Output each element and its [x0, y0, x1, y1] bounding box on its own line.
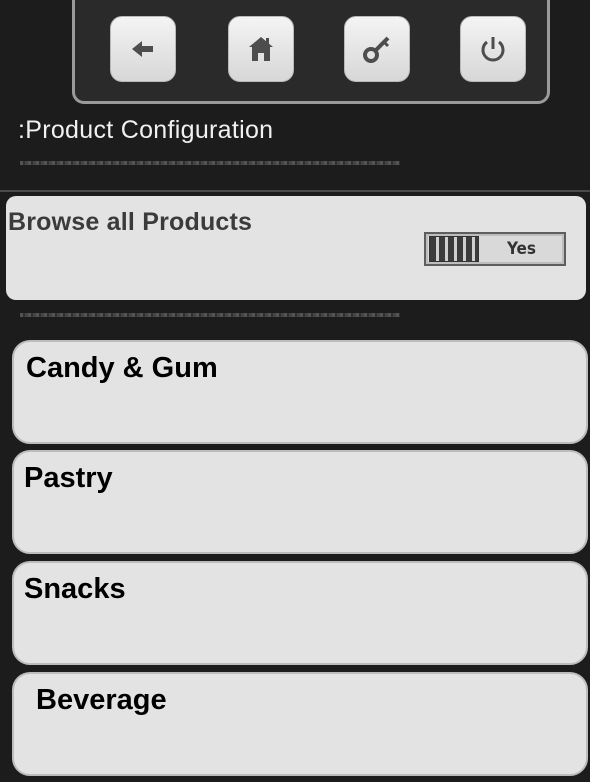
home-icon [249, 37, 273, 61]
category-pastry[interactable]: Pastry [12, 450, 588, 554]
page-title: :Product Configuration [18, 116, 274, 144]
category-snacks[interactable]: Snacks [12, 561, 588, 665]
home-button[interactable] [228, 16, 294, 82]
product-configuration-screen: :Product Configuration Browse all Produc… [0, 0, 590, 782]
category-label: Snacks [24, 573, 126, 605]
browse-all-products-row: Browse all Products Yes [6, 196, 586, 300]
browse-all-toggle[interactable]: Yes [424, 232, 566, 266]
category-candy-gum[interactable]: Candy & Gum [12, 340, 588, 444]
category-label: Candy & Gum [26, 352, 218, 384]
power-icon [481, 37, 505, 62]
category-label: Beverage [36, 684, 167, 716]
toggle-value: Yes [507, 239, 536, 259]
back-button[interactable] [110, 16, 176, 82]
divider [0, 190, 590, 192]
key-button[interactable] [344, 16, 410, 82]
power-button[interactable] [460, 16, 526, 82]
category-beverage[interactable]: Beverage [12, 672, 588, 776]
toggle-grip[interactable] [429, 236, 479, 262]
key-icon [363, 36, 390, 63]
section-underline [20, 313, 400, 317]
browse-all-products-label: Browse all Products [8, 208, 253, 236]
title-underline [20, 161, 400, 165]
category-label: Pastry [24, 462, 113, 494]
back-arrow-icon [132, 41, 153, 57]
